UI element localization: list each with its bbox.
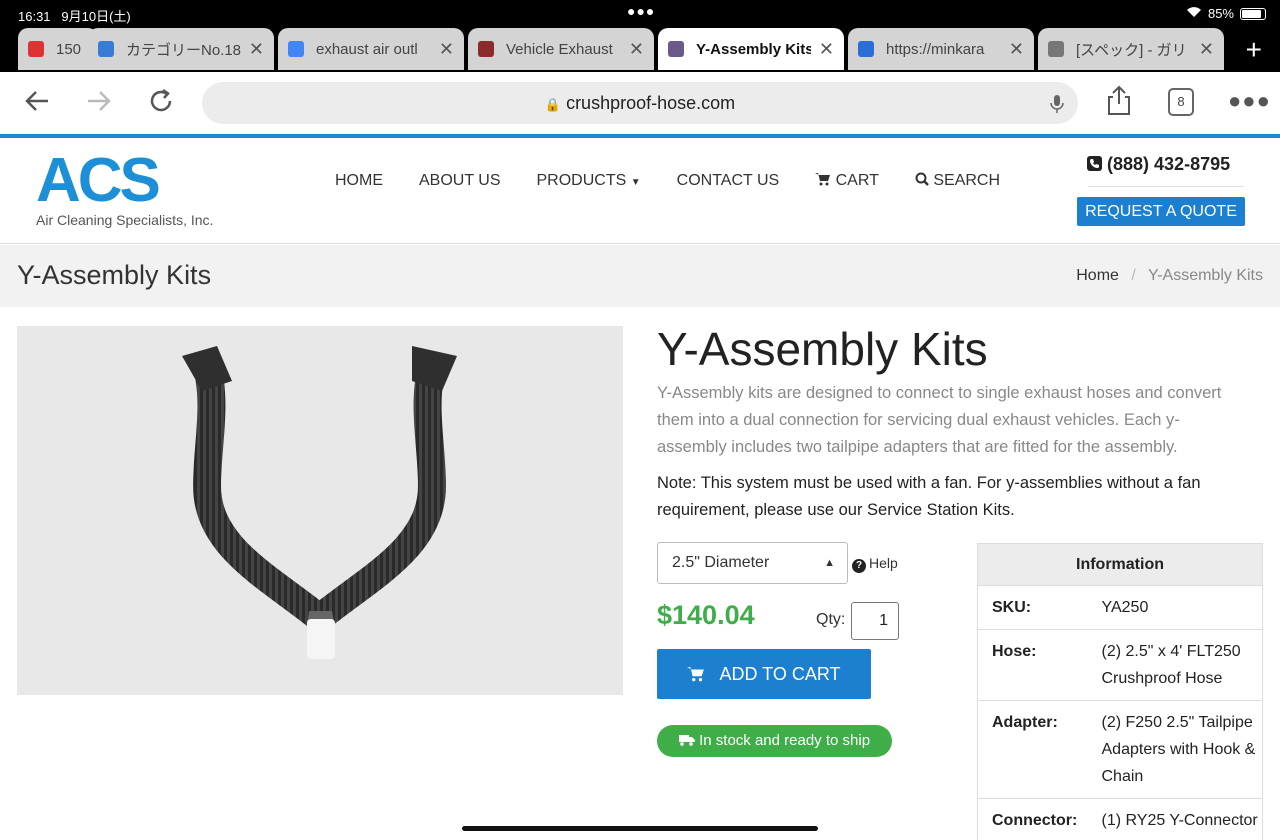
table-row: Adapter: (2) F250 2.5" Tailpipe Adapters … bbox=[977, 700, 1263, 799]
wifi-icon bbox=[1186, 6, 1202, 21]
diameter-select[interactable]: 2.5" Diameter ▲ bbox=[657, 542, 848, 584]
phone-number[interactable]: (888) 432-8795 bbox=[1087, 154, 1230, 175]
microphone-icon[interactable] bbox=[1050, 82, 1064, 124]
tab-strip: 150 カテゴリーNo.18 ✕ exhaust air outl ✕ Vehicle E… bbox=[0, 28, 1280, 72]
info-label: Connector: bbox=[977, 798, 1088, 840]
product-title: Y-Assembly Kits bbox=[657, 323, 988, 375]
close-tab-icon[interactable]: ✕ bbox=[629, 39, 644, 60]
nav-contact-us[interactable]: CONTACT US bbox=[677, 172, 780, 190]
breadcrumb-current: Y-Assembly Kits bbox=[1148, 267, 1263, 284]
back-arrow-icon[interactable] bbox=[22, 86, 52, 123]
more-options-icon[interactable]: ●●● bbox=[1228, 88, 1271, 114]
home-indicator[interactable] bbox=[462, 826, 818, 831]
acs-logo[interactable]: ACS Air Cleaning Specialists, Inc. bbox=[36, 150, 213, 229]
cart-icon bbox=[687, 664, 719, 684]
info-value: (2) 2.5" x 4' FLT250 Crushproof Hose bbox=[1087, 629, 1263, 701]
favicon-icon bbox=[1048, 41, 1064, 57]
table-row: Connector:(1) RY25 Y-Connector for 2.5" bbox=[977, 798, 1263, 840]
page-title-band: Y-Assembly Kits Home / Y-Assembly Kits bbox=[0, 245, 1280, 307]
table-row: Hose: (2) 2.5" x 4' FLT250 Crushproof Hos… bbox=[977, 629, 1263, 701]
close-tab-icon[interactable]: ✕ bbox=[819, 39, 834, 60]
tab-title: 150 bbox=[56, 40, 82, 58]
new-tab-button[interactable]: + bbox=[1246, 34, 1262, 66]
close-tab-icon[interactable]: ✕ bbox=[249, 39, 264, 60]
nav-home[interactable]: HOME bbox=[335, 172, 383, 190]
tab-title: Y-Assembly Kits bbox=[696, 40, 811, 58]
browser-tab[interactable]: [スペック] - ガリ ✕ bbox=[1038, 28, 1224, 70]
info-value: (1) RY25 Y-Connector for 2.5" bbox=[1087, 798, 1263, 840]
info-label: Adapter: bbox=[977, 700, 1088, 799]
product-description: Y-Assembly kits are designed to connect … bbox=[657, 384, 1222, 456]
browser-tab[interactable]: https://minkara ✕ bbox=[848, 28, 1034, 70]
site-header: ACS Air Cleaning Specialists, Inc. HOME … bbox=[0, 138, 1280, 244]
tab-title: https://minkara bbox=[886, 40, 985, 58]
request-quote-button[interactable]: REQUEST A QUOTE bbox=[1077, 197, 1245, 226]
browser-tab[interactable]: 150 bbox=[18, 28, 98, 70]
caret-down-icon: ▼ bbox=[630, 177, 641, 188]
truck-icon bbox=[678, 732, 699, 749]
status-time-date: 16:31 9月10日(土) bbox=[18, 9, 131, 24]
share-icon[interactable] bbox=[1104, 84, 1134, 123]
browser-tab[interactable]: exhaust air outl ✕ bbox=[278, 28, 464, 70]
favicon-icon bbox=[288, 41, 304, 57]
stock-status-badge: In stock and ready to ship bbox=[657, 725, 892, 757]
product-info-table: Information SKU: YA250 Hose: (2) 2.5" x 4'… bbox=[977, 543, 1263, 840]
quantity-input[interactable]: 1 bbox=[851, 602, 899, 640]
tab-title: exhaust air outl bbox=[316, 40, 418, 58]
phone-icon bbox=[1087, 154, 1107, 174]
favicon-icon bbox=[858, 41, 874, 57]
breadcrumb-home[interactable]: Home bbox=[1076, 267, 1119, 284]
info-heading: Information bbox=[977, 543, 1263, 586]
battery-percent: 85% bbox=[1207, 6, 1234, 21]
browser-toolbar: 🔒 crushproof-hose.com 8 ●●● bbox=[0, 72, 1280, 134]
search-icon bbox=[915, 172, 933, 189]
tab-title: Vehicle Exhaust bbox=[506, 40, 613, 58]
help-link[interactable]: ? Help bbox=[852, 555, 898, 573]
favicon-icon bbox=[28, 41, 44, 57]
header-divider bbox=[1088, 186, 1244, 187]
info-value: YA250 bbox=[1087, 585, 1263, 630]
forward-arrow-icon[interactable] bbox=[84, 86, 114, 123]
address-bar[interactable]: 🔒 crushproof-hose.com bbox=[202, 82, 1078, 124]
tab-title: [スペック] - ガリ bbox=[1076, 41, 1187, 59]
info-label: SKU: bbox=[977, 585, 1088, 630]
cart-icon bbox=[815, 172, 835, 189]
close-tab-icon[interactable]: ✕ bbox=[439, 39, 454, 60]
browser-tab[interactable]: カテゴリーNo.18 ✕ bbox=[88, 28, 274, 70]
nav-about-us[interactable]: ABOUT US bbox=[419, 172, 501, 190]
question-circle-icon: ? bbox=[852, 559, 866, 573]
product-note: Note: This system must be used with a fa… bbox=[657, 474, 1201, 519]
add-to-cart-button[interactable]: ADD TO CART bbox=[657, 649, 871, 699]
battery-icon bbox=[1240, 7, 1266, 20]
nav-products[interactable]: PRODUCTS ▼ bbox=[537, 172, 641, 190]
page-title: Y-Assembly Kits bbox=[17, 260, 212, 290]
nav-cart[interactable]: CART bbox=[815, 172, 879, 190]
select-arrows-icon: ▲ bbox=[824, 557, 835, 569]
browser-tab[interactable]: Vehicle Exhaust ✕ bbox=[468, 28, 654, 70]
favicon-icon bbox=[98, 41, 114, 57]
close-tab-icon[interactable]: ✕ bbox=[1199, 39, 1214, 60]
table-row: SKU: YA250 bbox=[977, 585, 1263, 630]
status-bar: 16:31 9月10日(土) ●●● 85% bbox=[0, 0, 1280, 28]
reload-icon[interactable] bbox=[146, 86, 176, 123]
browser-tab[interactable]: Y-Assembly Kits ✕ bbox=[658, 28, 844, 70]
close-tab-icon[interactable]: ✕ bbox=[1009, 39, 1024, 60]
breadcrumb-separator: / bbox=[1131, 267, 1136, 284]
url-text: crushproof-hose.com bbox=[566, 93, 736, 113]
tab-count-button[interactable]: 8 bbox=[1168, 88, 1194, 116]
favicon-icon bbox=[478, 41, 494, 57]
status-right: 85% bbox=[1186, 6, 1266, 21]
qty-label: Qty: bbox=[816, 611, 846, 628]
product-image bbox=[17, 326, 623, 695]
tab-title: カテゴリーNo.18 bbox=[126, 41, 241, 59]
nav-search[interactable]: SEARCH bbox=[915, 172, 1000, 190]
info-value: (2) F250 2.5" Tailpipe Adapters with Hoo… bbox=[1087, 700, 1263, 799]
multitask-dots-icon[interactable]: ●●● bbox=[627, 3, 655, 19]
favicon-icon bbox=[668, 41, 684, 57]
lock-icon: 🔒 bbox=[544, 97, 562, 112]
product-price: $140.04 bbox=[657, 600, 755, 630]
breadcrumb: Home / Y-Assembly Kits bbox=[1076, 267, 1263, 285]
main-nav: HOME ABOUT US PRODUCTS ▼ CONTACT US CART… bbox=[335, 172, 1000, 190]
info-label: Hose: bbox=[977, 629, 1088, 701]
